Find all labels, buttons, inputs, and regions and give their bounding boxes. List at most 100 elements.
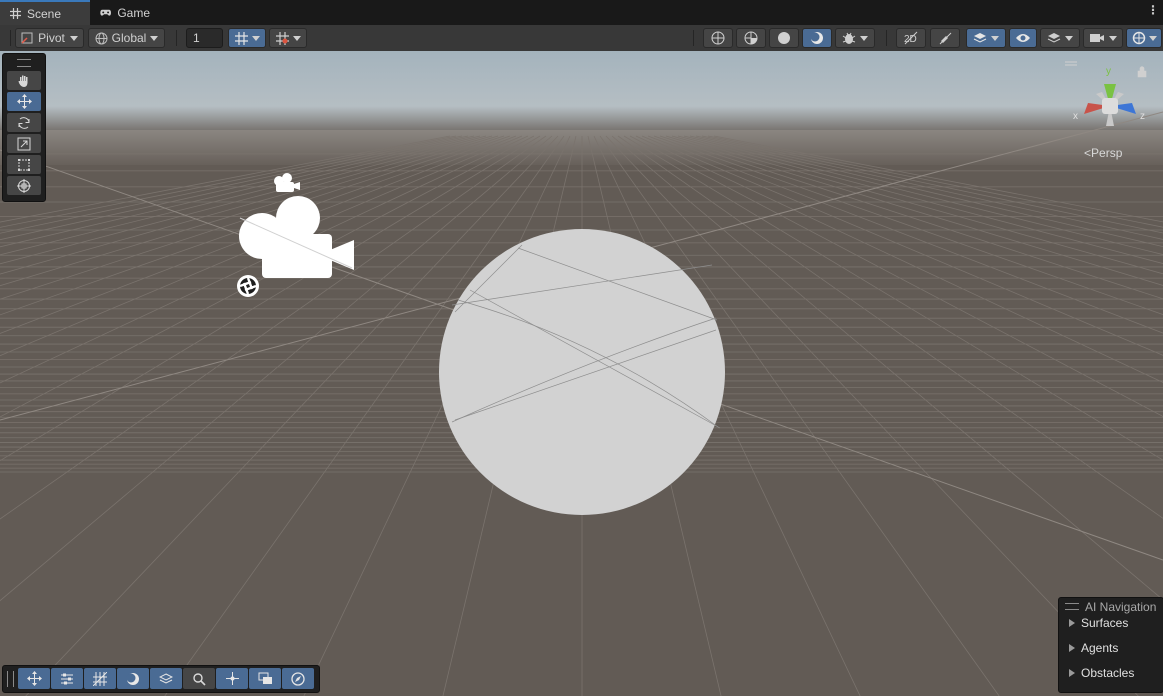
view-options-button[interactable] <box>249 668 281 689</box>
global-dropdown[interactable]: Global <box>88 28 165 48</box>
scene-toolbar: Pivot Global 1 2D <box>0 25 1163 52</box>
debug-draw-mode-dropdown[interactable] <box>835 28 875 48</box>
scene-viewport[interactable]: y x z <Persp <box>0 51 1163 696</box>
move-arrows-icon <box>26 671 42 686</box>
rect-tool-button[interactable] <box>7 155 41 174</box>
toggle-2d-button[interactable]: 2D <box>896 28 926 48</box>
pivot-icon <box>21 32 33 44</box>
tab-scene[interactable]: Scene <box>0 0 90 25</box>
chevron-down-icon <box>150 35 159 41</box>
layers-icon <box>1047 33 1061 43</box>
camera-settings-dropdown[interactable] <box>1083 28 1123 48</box>
compass-icon <box>291 671 305 686</box>
chevron-left-icon: < <box>1084 146 1092 160</box>
tab-bar: Scene Game ⋮ <box>0 0 1163 25</box>
global-label: Global <box>111 31 147 45</box>
scene-canvas <box>0 51 1163 696</box>
pivot-handle-button[interactable] <box>216 668 248 689</box>
grid-visibility-button[interactable] <box>84 668 116 689</box>
chevron-down-icon <box>1148 35 1157 41</box>
chevron-down-icon <box>991 35 999 41</box>
grid-size-value: 1 <box>193 31 200 45</box>
horizon-haze <box>0 130 1163 170</box>
skybox <box>0 51 1163 136</box>
layers-stack-icon <box>973 33 987 43</box>
tab-game[interactable]: Game <box>90 0 160 25</box>
effects-dropdown[interactable] <box>966 28 1006 48</box>
transform-icon <box>17 178 31 193</box>
sliders-icon <box>61 673 73 684</box>
grid-size-input[interactable]: 1 <box>186 28 223 48</box>
expand-arrow-icon <box>1069 669 1075 677</box>
ai-nav-item-surfaces[interactable]: Surfaces <box>1069 616 1128 630</box>
hand-tool-button[interactable] <box>7 71 41 90</box>
wireframe-shading-button[interactable] <box>703 28 733 48</box>
scale-icon <box>17 137 31 150</box>
video-camera-icon <box>1090 34 1104 42</box>
chevron-down-icon <box>292 35 301 41</box>
navigation-compass-button[interactable] <box>282 668 314 689</box>
sphere-object[interactable] <box>439 229 725 515</box>
layers-toggle-button[interactable] <box>150 668 182 689</box>
search-icon <box>193 672 206 686</box>
tools-overlay <box>2 53 46 202</box>
gizmo-globe-icon <box>1132 31 1145 45</box>
ai-nav-item-label: Obstacles <box>1081 666 1135 680</box>
move-pivot-icon <box>225 672 239 685</box>
grid-hatch-icon <box>93 671 107 686</box>
expand-arrow-icon <box>1069 644 1075 652</box>
lighting-toggle-button[interactable] <box>117 668 149 689</box>
shaded-wireframe-button[interactable] <box>736 28 766 48</box>
ai-nav-item-obstacles[interactable]: Obstacles <box>1069 666 1134 680</box>
more-options-icon[interactable]: ⋮ <box>1147 3 1159 21</box>
scene-visibility-toggle[interactable] <box>1009 28 1037 48</box>
lighting-icon <box>810 32 823 44</box>
move-handle-button[interactable] <box>18 668 50 689</box>
rect-transform-icon <box>18 158 30 171</box>
shaded-button[interactable] <box>769 28 799 48</box>
grid-snap-toggle[interactable] <box>228 28 266 48</box>
toolbar-grip <box>10 30 11 46</box>
shaded-sphere-icon <box>778 32 790 44</box>
overlay-grip[interactable] <box>1065 603 1079 610</box>
pivot-dropdown[interactable]: Pivot <box>15 28 84 48</box>
unlit-button[interactable] <box>802 28 832 48</box>
layers-dropdown[interactable] <box>1040 28 1080 48</box>
aperture-icon <box>237 275 259 297</box>
axis-x-label: x <box>1073 111 1078 122</box>
snap-increment-icon <box>275 31 289 45</box>
ai-nav-item-label: Surfaces <box>1081 616 1129 630</box>
chevron-down-icon <box>69 35 78 41</box>
overlay-grip[interactable] <box>7 671 14 687</box>
lighting-icon <box>126 672 139 685</box>
layers-stack-icon <box>159 672 173 684</box>
search-button[interactable] <box>183 668 215 689</box>
bug-icon <box>842 32 856 44</box>
overlay-grip[interactable] <box>17 59 31 67</box>
toolbar-separator <box>176 30 177 46</box>
snap-increment-toggle[interactable] <box>269 28 307 48</box>
audio-toggle-button[interactable] <box>930 28 960 48</box>
tab-scene-label: Scene <box>27 6 62 21</box>
scale-tool-button[interactable] <box>7 134 41 153</box>
view-windows-icon <box>258 672 272 684</box>
gamepad-icon <box>100 9 111 16</box>
toolbar-separator <box>693 30 694 46</box>
projection-toggle[interactable]: <Persp <box>1084 146 1122 160</box>
toolbar-separator <box>886 30 887 46</box>
wireframe-icon <box>711 31 725 45</box>
ai-nav-item-label: Agents <box>1081 641 1119 655</box>
eye-icon <box>1016 34 1030 42</box>
ai-navigation-title: AI Navigation <box>1085 600 1157 614</box>
axis-y-label: y <box>1106 66 1111 77</box>
ai-nav-item-agents[interactable]: Agents <box>1069 641 1118 655</box>
gizmos-dropdown[interactable] <box>1126 28 1162 48</box>
settings-sliders-button[interactable] <box>51 668 83 689</box>
transform-tool-button[interactable] <box>7 176 41 195</box>
chevron-down-icon <box>251 35 260 41</box>
rotate-tool-button[interactable] <box>7 113 41 132</box>
rotate-icon <box>18 116 30 129</box>
chevron-down-icon <box>1065 35 1073 41</box>
shaded-wireframe-icon <box>744 31 758 45</box>
move-tool-button[interactable] <box>7 92 41 111</box>
